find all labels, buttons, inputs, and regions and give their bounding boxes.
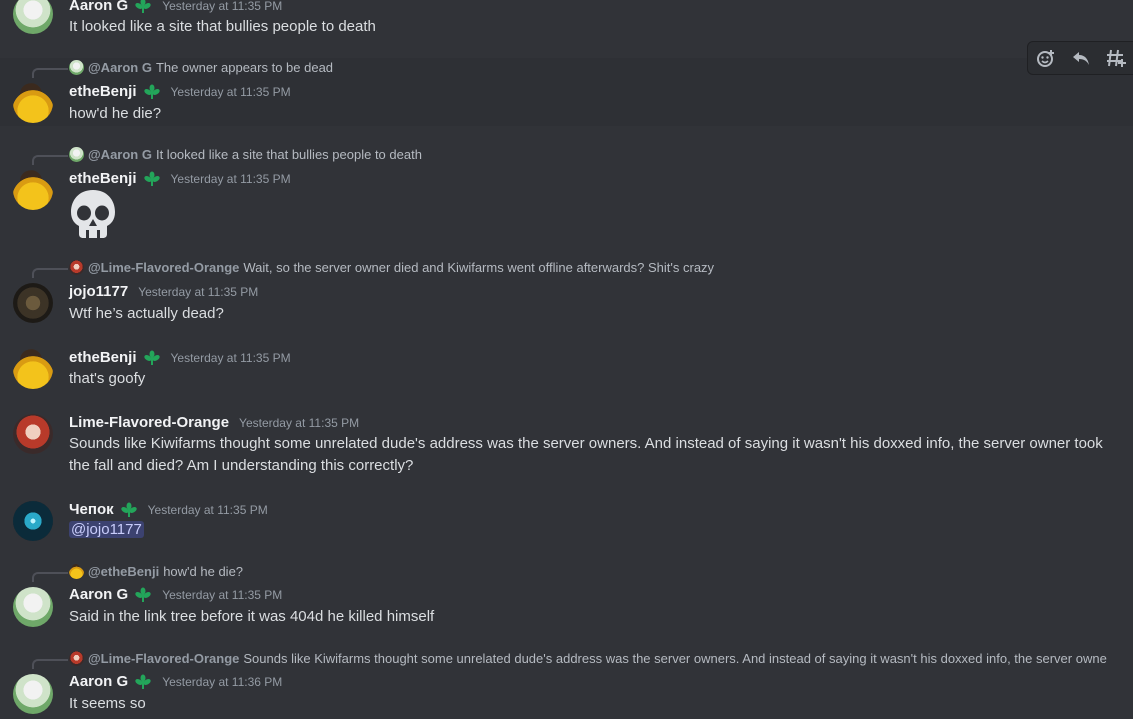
leaf-badge-icon[interactable] (143, 84, 161, 100)
timestamp: Yesterday at 11:35 PM (170, 350, 291, 365)
message-text-line-1: Sounds like Kiwifarms thought some unrel… (69, 435, 1103, 452)
message: Lime-Flavored-Orange Yesterday at 11:35 … (0, 411, 1133, 481)
message: @etheBenji how'd he die? Aaron G Yesterd… (0, 562, 1133, 632)
reply-author[interactable]: @Aaron G (88, 147, 152, 162)
reply-author[interactable]: @etheBenji (88, 564, 159, 579)
message-header: Aaron G Yesterday at 11:35 PM (69, 586, 282, 603)
message-header: etheBenji Yesterday at 11:35 PM (69, 83, 291, 100)
reply-text[interactable]: Wait, so the server owner died and Kiwif… (243, 260, 714, 275)
reply-preview[interactable]: @etheBenji how'd he die? (69, 564, 243, 579)
message-header: Чепок Yesterday at 11:35 PM (69, 501, 268, 518)
message: etheBenji Yesterday at 11:35 PM that's g… (0, 346, 1133, 396)
message-header: etheBenji Yesterday at 11:35 PM (69, 170, 291, 187)
leaf-badge-icon[interactable] (143, 171, 161, 187)
reply-preview[interactable]: @Aaron G The owner appears to be dead (69, 60, 333, 75)
reply-text[interactable]: how'd he die? (163, 564, 243, 579)
message-header: Aaron G Yesterday at 11:35 PM (69, 0, 282, 14)
reply-icon[interactable] (1068, 45, 1094, 71)
timestamp: Yesterday at 11:35 PM (138, 284, 259, 299)
message-text-line-2: the fall and died? Am I understanding th… (69, 457, 414, 474)
avatar[interactable] (13, 501, 53, 541)
reply-author[interactable]: @Lime-Flavored-Orange (88, 260, 239, 275)
message: @Lime-Flavored-Orange Sounds like Kiwifa… (0, 649, 1133, 719)
message-toolbar (1027, 41, 1133, 75)
create-thread-icon[interactable] (1103, 45, 1129, 71)
message: @Aaron G The owner appears to be dead et… (0, 58, 1133, 126)
author-name[interactable]: Aaron G (69, 0, 128, 14)
timestamp: Yesterday at 11:35 PM (162, 587, 283, 602)
user-mention[interactable]: @jojo1177 (69, 521, 144, 538)
avatar[interactable] (13, 414, 53, 454)
message-header: etheBenji Yesterday at 11:35 PM (69, 349, 291, 366)
reply-text[interactable]: Sounds like Kiwifarms thought some unrel… (243, 651, 1106, 666)
reply-avatar (69, 147, 84, 162)
reply-avatar (69, 651, 84, 666)
avatar[interactable] (13, 674, 53, 714)
leaf-badge-icon[interactable] (143, 350, 161, 366)
reply-text[interactable]: It looked like a site that bullies peopl… (156, 147, 422, 162)
message: Aaron G Yesterday at 11:35 PM It looked … (0, 0, 1133, 44)
author-name[interactable]: etheBenji (69, 170, 137, 187)
message-text: Wtf he’s actually dead? (69, 305, 224, 322)
author-name[interactable]: Aaron G (69, 586, 128, 603)
message-header: Aaron G Yesterday at 11:36 PM (69, 673, 282, 690)
reply-preview[interactable]: @Lime-Flavored-Orange Wait, so the serve… (69, 260, 714, 275)
message-header: Lime-Flavored-Orange Yesterday at 11:35 … (69, 414, 359, 431)
avatar[interactable] (13, 587, 53, 627)
timestamp: Yesterday at 11:35 PM (170, 84, 291, 99)
leaf-badge-icon[interactable] (120, 502, 138, 518)
message-text: Said in the link tree before it was 404d… (69, 608, 435, 625)
author-name[interactable]: etheBenji (69, 349, 137, 366)
reply-preview[interactable]: @Aaron G It looked like a site that bull… (69, 147, 422, 162)
message-header: jojo1177 Yesterday at 11:35 PM (69, 283, 258, 300)
author-name[interactable]: Чепок (69, 501, 114, 518)
timestamp: Yesterday at 11:35 PM (162, 0, 283, 13)
message-text: that's goofy (69, 370, 146, 387)
message-text: @jojo1177 (69, 521, 144, 538)
reply-avatar (69, 260, 84, 275)
leaf-badge-icon[interactable] (134, 0, 152, 14)
author-name[interactable]: Aaron G (69, 673, 128, 690)
reply-avatar (69, 564, 84, 579)
avatar[interactable] (13, 170, 53, 210)
author-name[interactable]: Lime-Flavored-Orange (69, 414, 229, 431)
add-reaction-icon[interactable] (1033, 45, 1059, 71)
reply-author[interactable]: @Aaron G (88, 60, 152, 75)
leaf-badge-icon[interactable] (134, 674, 152, 690)
message-text: It seems so (69, 695, 146, 712)
author-name[interactable]: jojo1177 (69, 283, 128, 300)
message-text: how'd he die? (69, 105, 162, 122)
avatar[interactable] (13, 0, 53, 34)
leaf-badge-icon[interactable] (134, 587, 152, 603)
author-name[interactable]: etheBenji (69, 83, 137, 100)
avatar[interactable] (13, 349, 53, 389)
avatar[interactable] (13, 83, 53, 123)
reply-author[interactable]: @Lime-Flavored-Orange (88, 651, 239, 666)
reply-preview[interactable]: @Lime-Flavored-Orange Sounds like Kiwifa… (69, 651, 1129, 666)
message: @Lime-Flavored-Orange Wait, so the serve… (0, 258, 1133, 328)
avatar[interactable] (13, 283, 53, 323)
skull-emoji[interactable] (69, 188, 117, 240)
timestamp: Yesterday at 11:35 PM (147, 502, 268, 517)
timestamp: Yesterday at 11:35 PM (170, 171, 291, 186)
message: Чепок Yesterday at 11:35 PM @jojo1177 (0, 498, 1133, 548)
reply-text[interactable]: The owner appears to be dead (156, 60, 333, 75)
message: @Aaron G It looked like a site that bull… (0, 145, 1133, 245)
timestamp: Yesterday at 11:36 PM (162, 674, 283, 689)
reply-avatar (69, 60, 84, 75)
timestamp: Yesterday at 11:35 PM (239, 415, 360, 430)
message-text: It looked like a site that bullies peopl… (69, 18, 376, 35)
